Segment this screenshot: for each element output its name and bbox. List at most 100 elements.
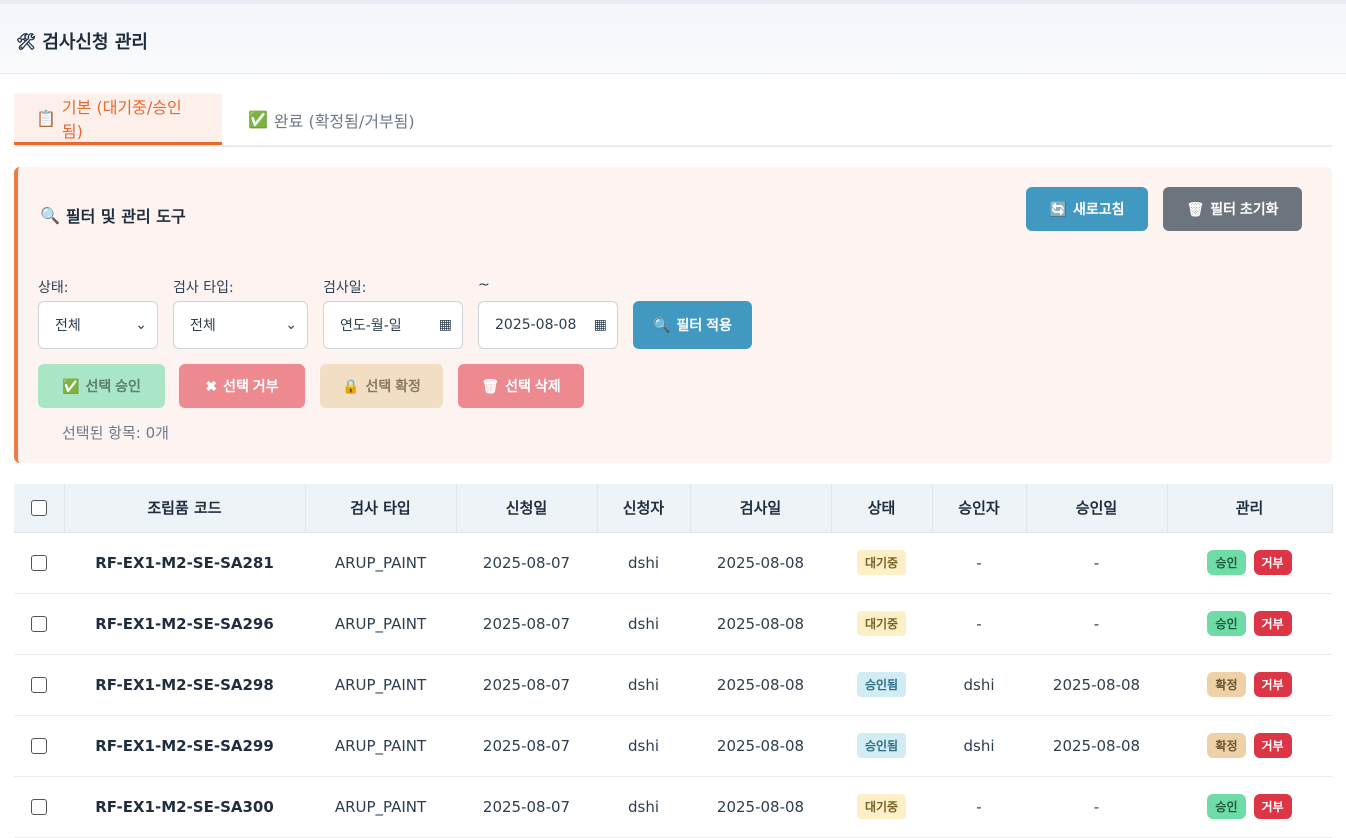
date-from-value: 연도-월-일 xyxy=(340,318,402,334)
cell-requester: dshi xyxy=(597,776,690,838)
cell-status: 승인됨 xyxy=(831,654,932,716)
filter-title-text: 필터 및 관리 도구 xyxy=(65,207,186,226)
status-badge: 대기중 xyxy=(856,611,907,636)
apply-filter-button[interactable]: 🔍 필터 적용 xyxy=(633,301,752,349)
trash-icon: 🗑 xyxy=(1186,200,1205,217)
cell-approve-date: 2025-08-08 xyxy=(1026,654,1167,716)
cell-requester: dshi xyxy=(597,593,690,655)
type-select[interactable]: 전체 ⌄ xyxy=(173,301,308,349)
bulk-approve-button[interactable]: ✅ 선택 승인 xyxy=(38,364,165,408)
status-badge: 대기중 xyxy=(856,550,907,575)
calendar-icon: ▦ xyxy=(438,317,452,333)
cell-approve-date: - xyxy=(1026,776,1167,838)
reject-button[interactable]: 거부 xyxy=(1253,611,1292,636)
inspection-table: 조립품 코드 검사 타입 신청일 신청자 검사일 상태 승인자 승인일 관리 R… xyxy=(14,484,1333,838)
row-checkbox[interactable] xyxy=(31,616,47,632)
status-select[interactable]: 전체 ⌄ xyxy=(38,301,158,349)
refresh-icon: 🔄 xyxy=(1049,200,1067,217)
row-checkbox[interactable] xyxy=(31,677,47,693)
header-approver[interactable]: 승인자 xyxy=(932,484,1027,533)
cell-inspect-date: 2025-08-08 xyxy=(690,593,831,655)
reject-button[interactable]: 거부 xyxy=(1253,550,1292,575)
approve-button[interactable]: 승인 xyxy=(1207,611,1246,636)
bulk-delete-button[interactable]: 🗑 선택 삭제 xyxy=(458,364,584,408)
cell-approve-date: 2025-08-08 xyxy=(1026,715,1167,777)
cell-status: 승인됨 xyxy=(831,715,932,777)
cell-code: RF-EX1-M2-SE-SA300 xyxy=(64,776,305,838)
select-all-checkbox[interactable] xyxy=(30,500,47,517)
refresh-button[interactable]: 🔄 새로고침 xyxy=(1026,187,1148,231)
row-checkbox[interactable] xyxy=(31,738,47,754)
reject-button[interactable]: 거부 xyxy=(1253,733,1292,758)
refresh-label: 새로고침 xyxy=(1072,201,1125,217)
check-icon: ✅ xyxy=(248,110,268,129)
bulk-delete-label: 선택 삭제 xyxy=(505,378,561,394)
top-header: 🛠 검사신청 관리 xyxy=(0,0,1346,74)
tools-icon: 🛠 xyxy=(16,31,37,51)
cell-approver: dshi xyxy=(932,715,1026,777)
tab-bar: 📋 기본 (대기중/승인됨) ✅ 완료 (확정됨/거부됨) xyxy=(14,94,1332,147)
header-inspect-date[interactable]: 검사일 xyxy=(690,484,832,533)
status-select-value: 전체 xyxy=(55,318,81,334)
filter-panel: 🔍 필터 및 관리 도구 🔄 새로고침 🗑 필터 초기화 상태: 검사 타입: … xyxy=(14,167,1332,463)
tab-basic[interactable]: 📋 기본 (대기중/승인됨) xyxy=(14,94,222,145)
chevron-down-icon: ⌄ xyxy=(285,317,297,333)
table-row: RF-EX1-M2-SE-SA300 ARUP_PAINT 2025-08-07… xyxy=(14,776,1332,838)
reject-button[interactable]: 거부 xyxy=(1253,794,1292,819)
cell-type: ARUP_PAINT xyxy=(305,776,456,838)
cell-inspect-date: 2025-08-08 xyxy=(690,532,831,594)
confirm-button[interactable]: 확정 xyxy=(1207,672,1246,697)
cell-code: RF-EX1-M2-SE-SA296 xyxy=(64,593,305,655)
type-select-value: 전체 xyxy=(190,318,216,334)
selected-count-text: 선택된 항목: 0개 xyxy=(62,424,169,442)
chevron-down-icon: ⌄ xyxy=(135,317,147,333)
select-all-cell xyxy=(14,484,65,533)
header-approve-date[interactable]: 승인일 xyxy=(1026,484,1168,533)
row-checkbox[interactable] xyxy=(31,555,47,571)
cell-approver: dshi xyxy=(932,654,1026,716)
page-title: 🛠 검사신청 관리 xyxy=(16,28,148,54)
cell-status: 대기중 xyxy=(831,593,932,655)
reset-filter-button[interactable]: 🗑 필터 초기화 xyxy=(1163,187,1302,231)
cell-request-date: 2025-08-07 xyxy=(456,776,597,838)
confirm-button[interactable]: 확정 xyxy=(1207,733,1246,758)
cell-approve-date: - xyxy=(1026,593,1167,655)
cell-approver: - xyxy=(932,532,1026,594)
apply-label: 필터 적용 xyxy=(676,317,732,333)
cell-requester: dshi xyxy=(597,715,690,777)
approve-button[interactable]: 승인 xyxy=(1207,550,1246,575)
header-actions: 관리 xyxy=(1167,484,1333,533)
check-icon: ✅ xyxy=(62,377,80,394)
bulk-confirm-button[interactable]: 🔒 선택 확정 xyxy=(320,364,443,408)
cell-approver: - xyxy=(932,593,1026,655)
reject-button[interactable]: 거부 xyxy=(1253,672,1292,697)
header-status[interactable]: 상태 xyxy=(831,484,933,533)
magnifier-icon: 🔍 xyxy=(40,205,60,225)
cell-type: ARUP_PAINT xyxy=(305,532,456,594)
table-row: RF-EX1-M2-SE-SA298 ARUP_PAINT 2025-08-07… xyxy=(14,654,1332,716)
cell-code: RF-EX1-M2-SE-SA299 xyxy=(64,715,305,777)
table-row: RF-EX1-M2-SE-SA299 ARUP_PAINT 2025-08-07… xyxy=(14,715,1332,777)
magnifier-icon: 🔍 xyxy=(653,316,671,333)
status-filter-label: 상태: xyxy=(38,280,69,296)
cell-requester: dshi xyxy=(597,532,690,594)
trash-icon: 🗑 xyxy=(481,377,500,394)
header-request-date[interactable]: 신청일 xyxy=(456,484,598,533)
bulk-reject-button[interactable]: ✖ 선택 거부 xyxy=(179,364,305,408)
row-select-cell xyxy=(14,715,64,777)
date-filter-label: 검사일: xyxy=(323,280,367,296)
header-requester[interactable]: 신청자 xyxy=(597,484,691,533)
approve-button[interactable]: 승인 xyxy=(1207,794,1246,819)
date-from-input[interactable]: 연도-월-일 ▦ xyxy=(323,301,463,349)
tab-completed[interactable]: ✅ 완료 (확정됨/거부됨) xyxy=(226,94,437,145)
date-to-input[interactable]: 2025-08-08 ▦ xyxy=(478,301,618,349)
cell-request-date: 2025-08-07 xyxy=(456,715,597,777)
lock-icon: 🔒 xyxy=(342,377,360,394)
header-code[interactable]: 조립품 코드 xyxy=(64,484,306,533)
reset-label: 필터 초기화 xyxy=(1210,201,1279,217)
table-header-row: 조립품 코드 검사 타입 신청일 신청자 검사일 상태 승인자 승인일 관리 xyxy=(14,484,1333,533)
date-to-value: 2025-08-08 xyxy=(495,317,577,333)
header-type[interactable]: 검사 타입 xyxy=(305,484,457,533)
cell-actions: 확정 거부 xyxy=(1167,654,1332,716)
row-checkbox[interactable] xyxy=(31,799,47,815)
